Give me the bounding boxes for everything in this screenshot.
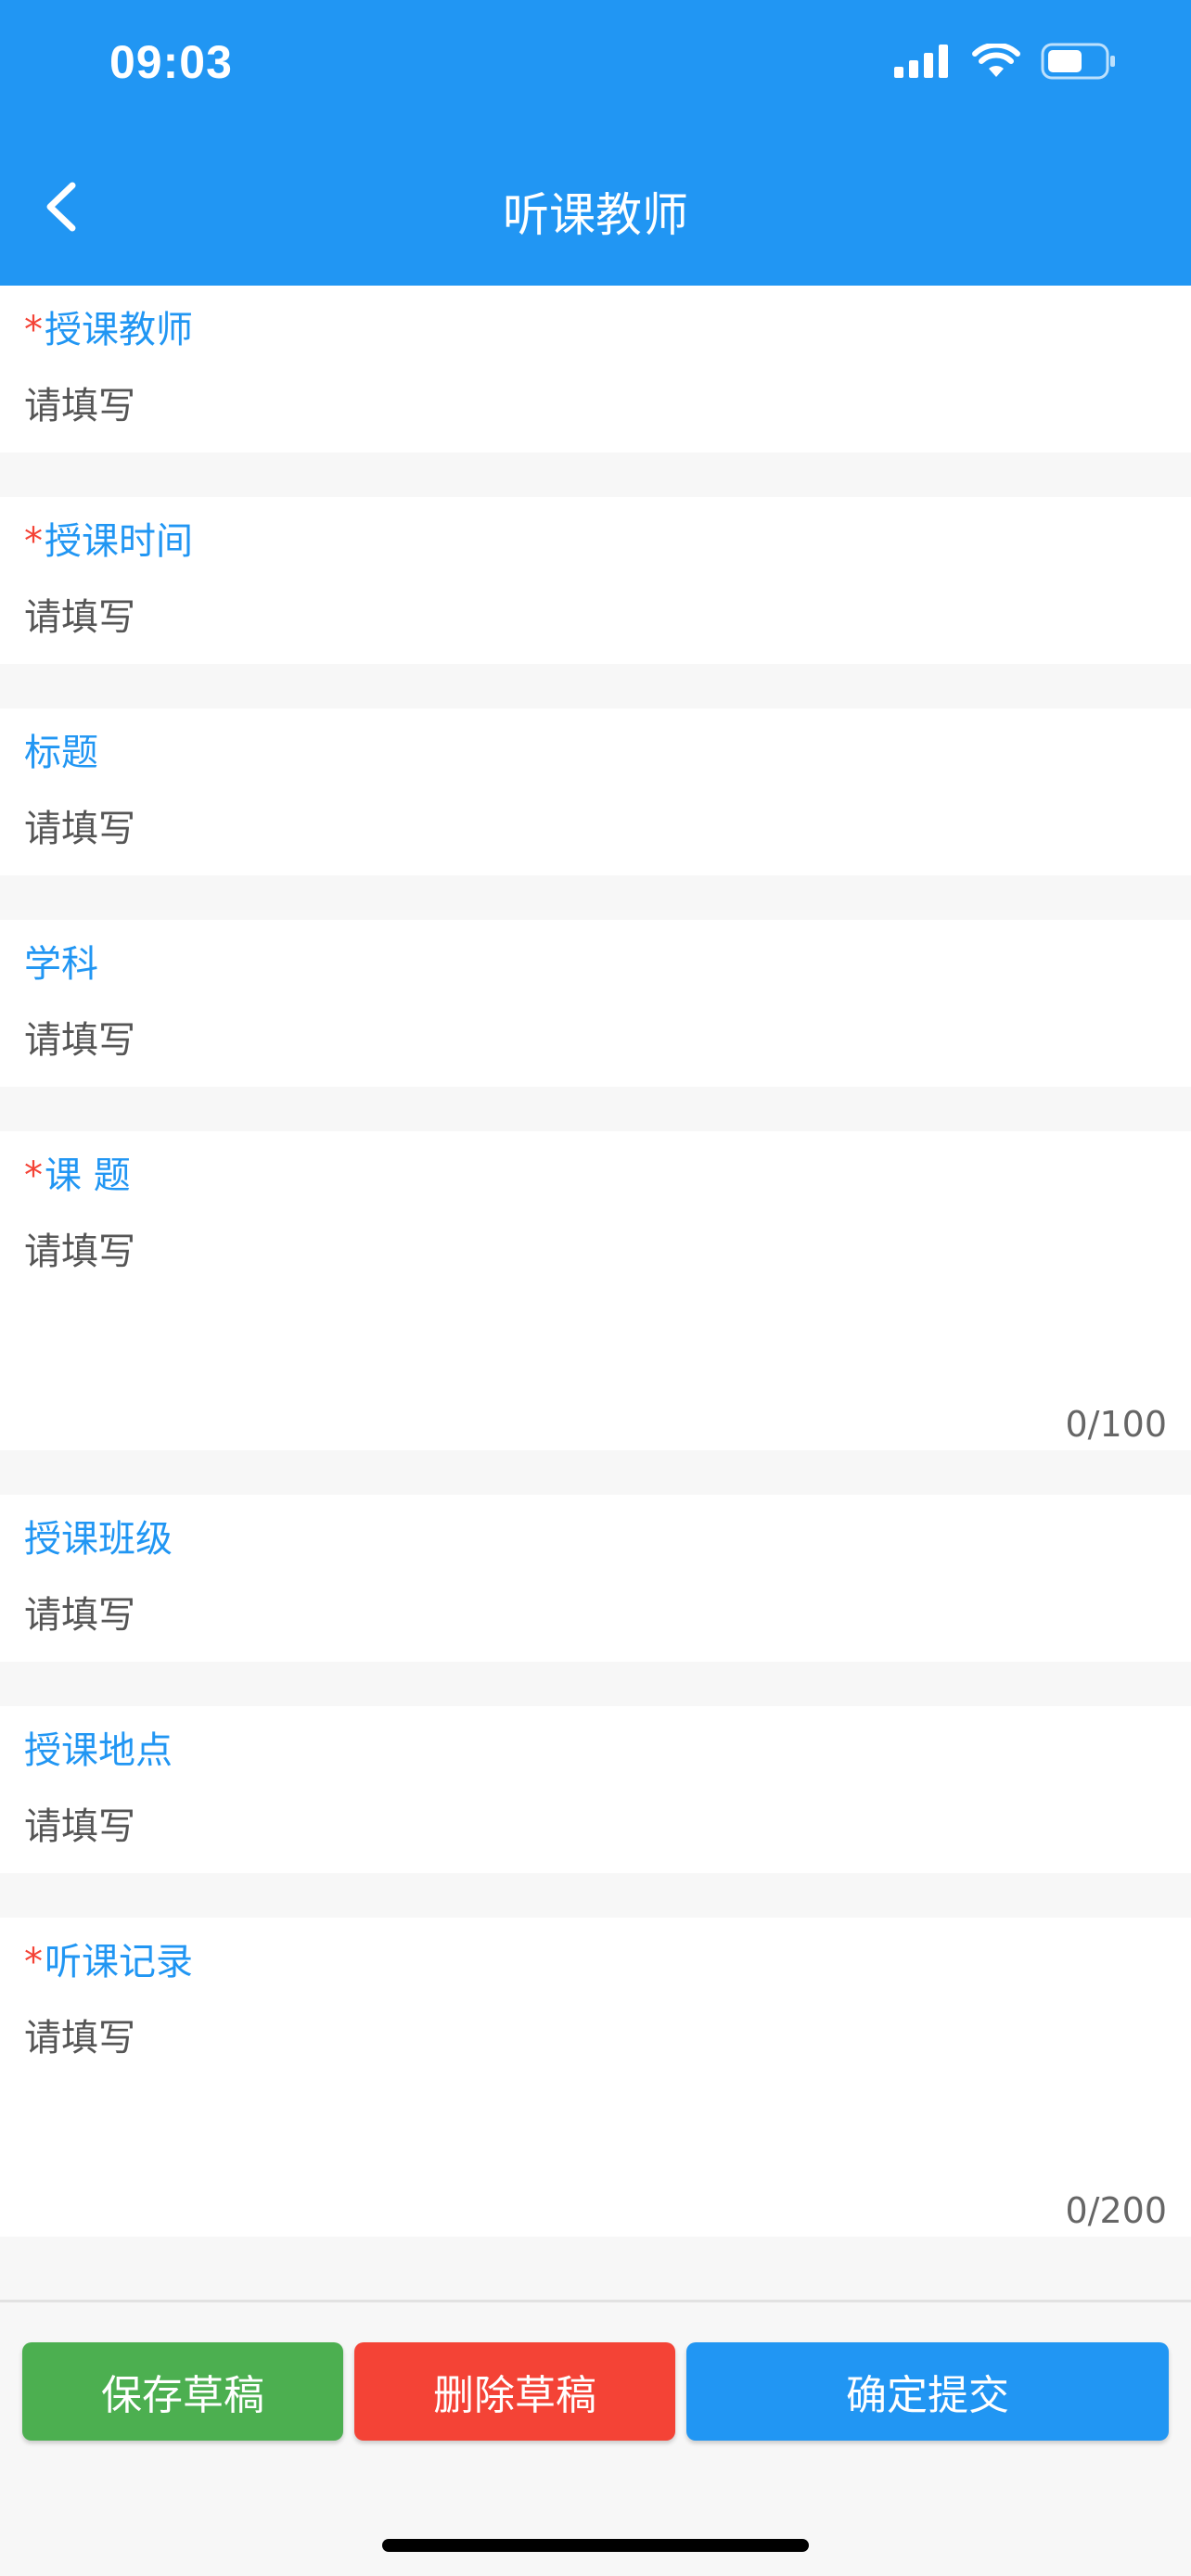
submit-button[interactable]: 确定提交 [686, 2342, 1169, 2441]
required-mark: * [24, 1154, 43, 1197]
required-mark: * [24, 520, 43, 563]
field-label: *授课教师 [24, 309, 193, 351]
field-label: *授课时间 [24, 520, 193, 563]
field-title: 标题 请填写 [0, 708, 1191, 875]
field-label: 标题 [24, 732, 98, 774]
page-title: 听课教师 [503, 188, 688, 242]
required-mark: * [24, 1941, 43, 1983]
field-lesson-time: *授课时间 请填写 [0, 497, 1191, 664]
field-label: 授课地点 [24, 1729, 173, 1772]
title-input[interactable]: 请填写 [24, 801, 135, 857]
field-label: *听课记录 [24, 1941, 193, 1983]
status-time: 09:03 [109, 36, 233, 88]
field-class: 授课班级 请填写 [0, 1495, 1191, 1662]
required-mark: * [24, 309, 43, 351]
status-icons [894, 42, 1117, 83]
subject-input[interactable]: 请填写 [24, 1013, 135, 1068]
char-counter: 0/200 [1065, 2190, 1167, 2231]
field-label: 学科 [24, 943, 98, 986]
home-indicator [382, 2539, 809, 2552]
record-textarea[interactable]: 请填写 [24, 2010, 135, 2066]
field-record: *听课记录 请填写 0/200 [0, 1918, 1191, 2237]
char-counter: 0/100 [1065, 1404, 1167, 1445]
wifi-icon [972, 42, 1020, 83]
class-input[interactable]: 请填写 [24, 1588, 135, 1643]
field-subject: 学科 请填写 [0, 920, 1191, 1087]
cellular-signal-icon [894, 45, 952, 82]
field-teacher: *授课教师 请填写 [0, 286, 1191, 453]
lesson-time-input[interactable]: 请填写 [24, 590, 135, 645]
location-input[interactable]: 请填写 [24, 1799, 135, 1855]
topic-textarea[interactable]: 请填写 [24, 1224, 135, 1280]
delete-draft-button[interactable]: 删除草稿 [354, 2342, 675, 2441]
field-label: *课 题 [24, 1154, 131, 1197]
field-label: 授课班级 [24, 1518, 173, 1561]
teacher-input[interactable]: 请填写 [24, 378, 135, 434]
lesson-observation-form: *授课教师 请填写 *授课时间 请填写 标题 请填写 学科 请填写 *课 题 请… [0, 286, 1191, 2281]
save-draft-button[interactable]: 保存草稿 [22, 2342, 343, 2441]
field-topic: *课 题 请填写 0/100 [0, 1131, 1191, 1450]
app-header: 09:03 听课教师 [0, 0, 1191, 286]
bottom-divider [0, 2300, 1191, 2302]
field-location: 授课地点 请填写 [0, 1706, 1191, 1873]
battery-icon [1041, 43, 1117, 83]
